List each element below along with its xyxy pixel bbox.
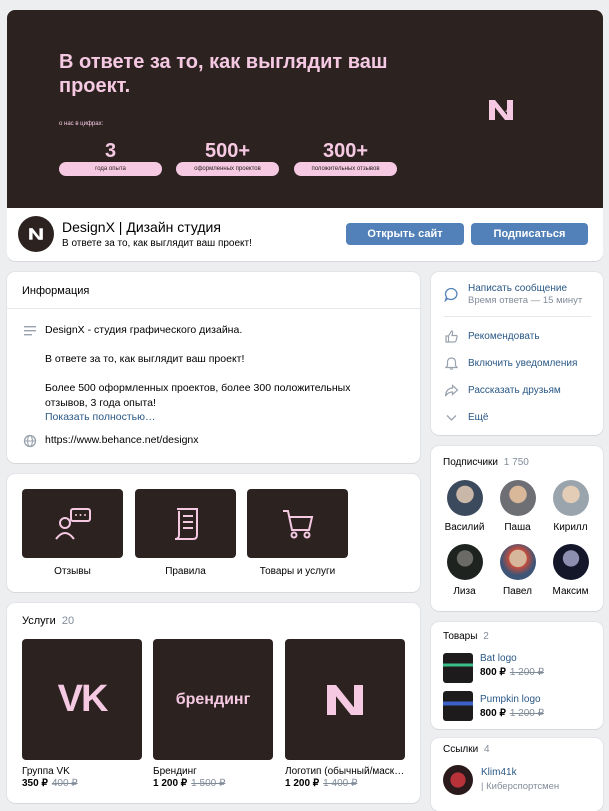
subscriber[interactable]: Павел: [495, 544, 540, 597]
cover-stat: 300+ положительных отзывов: [294, 141, 397, 176]
thumbs-up-icon: [445, 329, 458, 343]
recommend-item[interactable]: Рекомендовать: [444, 327, 540, 345]
subscriber[interactable]: Кирилл: [548, 480, 593, 533]
info-title: Информация: [22, 285, 90, 297]
services-count: 20: [61, 615, 75, 627]
share-item[interactable]: Рассказать друзьям: [444, 381, 561, 399]
open-site-button[interactable]: Открыть сайт: [346, 223, 464, 245]
avatar: [499, 480, 536, 516]
review-chat-icon: [54, 507, 91, 540]
subscriber[interactable]: Паша: [495, 480, 540, 533]
link-avatar[interactable]: [443, 765, 473, 795]
cover-numbers-caption: о нас в цифрах:: [59, 121, 104, 127]
globe-icon: [23, 434, 37, 448]
info-description-3: Более 500 оформленных проектов, более 30…: [45, 382, 351, 409]
branding-image-text: брендинг: [175, 690, 251, 708]
product-image[interactable]: [443, 691, 473, 721]
cover-stat: 500+ оформленных проектов: [176, 141, 279, 176]
website-link[interactable]: https://www.behance.net/designx: [45, 433, 395, 448]
designx-logo-icon: [29, 228, 43, 240]
divider: [7, 308, 420, 309]
info-description-2: В ответе за то, как выглядит ваш проект!: [45, 353, 245, 365]
chevron-down-icon: [446, 414, 457, 421]
service-image[interactable]: [285, 639, 405, 760]
links-count: 4: [484, 744, 490, 755]
link-description: | Киберспортсмен: [481, 781, 560, 792]
cover-banner: В ответе за то, как выглядит ваш проект.…: [7, 10, 603, 208]
products-tile[interactable]: [247, 489, 348, 558]
subscribers-count: 1 750: [503, 457, 529, 468]
subscriber[interactable]: Лиза: [442, 544, 487, 597]
share-arrow-icon: [444, 383, 459, 396]
designx-logo-icon: [489, 100, 513, 120]
menu-tiles-card: Отзывы Правила Товары и услуги: [7, 474, 420, 592]
avatar: [446, 480, 483, 516]
shopping-cart-icon: [282, 509, 313, 538]
avatar: [446, 544, 483, 580]
products-count: 2: [483, 631, 489, 642]
bell-icon: [444, 356, 459, 370]
products-card: Товары 2 Bat logo 800 ₽1 200 ₽ Pumpkin l…: [431, 622, 603, 729]
reviews-tile[interactable]: [22, 489, 123, 558]
services-card: Услуги 20 VK Группа VK 350 ₽400 ₽ бренди…: [7, 603, 420, 803]
subscribers-card: Подписчики 1 750 Василий Паша Кирилл Лиз…: [431, 446, 603, 611]
vk-logo-icon: VK: [57, 678, 109, 720]
subscribe-button[interactable]: Подписаться: [471, 223, 588, 245]
show-more-link[interactable]: Показать полностью…: [45, 410, 395, 425]
products-tile-label: Товары и услуги: [259, 566, 336, 577]
avatar: [552, 544, 589, 580]
message-icon: [444, 287, 458, 302]
subscriber[interactable]: Максим: [548, 544, 593, 597]
product-price: 800 ₽1 200 ₽: [480, 667, 544, 678]
actions-card: Написать сообщение Время ответа — 15 мин…: [431, 272, 603, 435]
product-name[interactable]: Pumpkin logo: [480, 694, 541, 705]
service-name[interactable]: Логотип (обычный/маскот): [285, 766, 405, 777]
divider: [444, 316, 591, 317]
community-status: В ответе за то, как выглядит ваш проект!: [62, 238, 252, 249]
cover-stat: 3 года опыта: [59, 141, 162, 176]
info-description-1: DesignX - студия графического дизайна.: [45, 324, 243, 336]
product-image[interactable]: [443, 653, 473, 683]
service-price: 1 200 ₽1 400 ₽: [285, 778, 358, 789]
notifications-item[interactable]: Включить уведомления: [444, 354, 577, 372]
send-message-link[interactable]: Написать сообщение: [468, 283, 567, 294]
rules-tile[interactable]: [135, 489, 236, 558]
service-price: 1 200 ₽1 500 ₽: [153, 778, 226, 789]
product-name[interactable]: Bat logo: [480, 653, 517, 664]
community-name: DesignX | Дизайн студия: [62, 219, 221, 235]
service-name[interactable]: Брендинг: [153, 766, 273, 777]
more-item[interactable]: Ещё: [444, 408, 488, 426]
reviews-tile-label: Отзывы: [54, 566, 91, 577]
subscriber[interactable]: Василий: [442, 480, 487, 533]
service-price: 350 ₽400 ₽: [22, 778, 78, 789]
response-time: Время ответа — 15 минут: [468, 295, 583, 306]
info-card: Информация DesignX - студия графического…: [7, 272, 420, 463]
community-avatar[interactable]: [18, 216, 54, 252]
product-price: 800 ₽1 200 ₽: [480, 708, 544, 719]
community-header: DesignX | Дизайн студия В ответе за то, …: [7, 208, 603, 261]
cover-title: В ответе за то, как выглядит ваш проект.: [59, 51, 388, 97]
avatar: [499, 544, 536, 580]
service-image[interactable]: брендинг: [153, 639, 273, 760]
designx-logo-icon: [327, 684, 363, 715]
rules-tile-label: Правила: [165, 566, 206, 577]
service-name[interactable]: Группа VK: [22, 766, 142, 777]
service-image[interactable]: VK: [22, 639, 142, 760]
link-name[interactable]: Klim41k: [481, 767, 517, 778]
products-title[interactable]: Товары 2: [443, 631, 489, 642]
services-title[interactable]: Услуги 20: [22, 615, 74, 627]
avatar: [552, 480, 589, 516]
links-title[interactable]: Ссылки 4: [443, 744, 490, 755]
subscribers-title[interactable]: Подписчики 1 750: [443, 457, 529, 468]
links-card: Ссылки 4 Klim41k | Киберспортсмен: [431, 738, 603, 811]
rules-document-icon: [174, 507, 198, 540]
text-lines-icon: [24, 326, 36, 336]
